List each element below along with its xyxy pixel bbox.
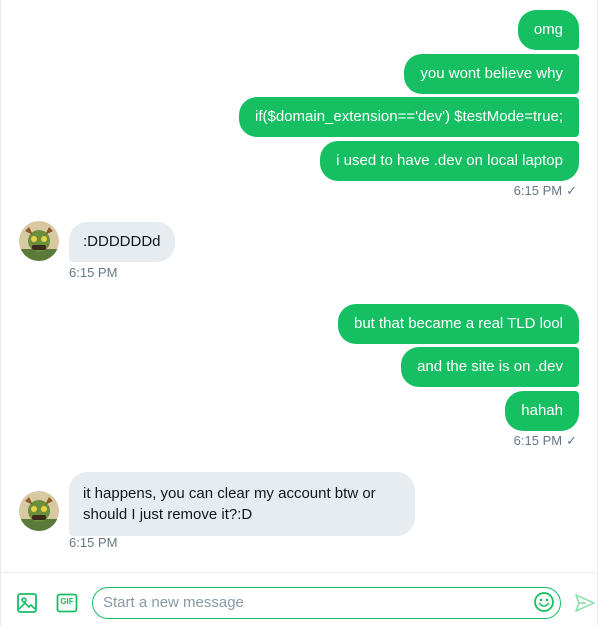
message-text: i used to have .dev on local laptop [336,152,563,169]
dm-conversation: omg you wont believe why if($domain_exte… [0,0,598,626]
avatar-image-icon [19,491,59,531]
outgoing-message-bubble[interactable]: if($domain_extension=='dev') $testMode=t… [239,97,579,137]
message-text: omg [533,21,563,38]
message-text: and the site is on .dev [417,358,563,375]
avatar[interactable] [19,221,59,261]
incoming-message-bubble[interactable]: :DDDDDDd [69,222,175,262]
incoming-message-bubble[interactable]: it happens, you can clear my account btw… [69,472,415,536]
timestamp-text: 6:15 PM [513,433,563,448]
message-input[interactable] [103,594,523,611]
outgoing-message-bubble[interactable]: omg [517,10,579,50]
gif-label: GIF [60,597,74,606]
outgoing-message-bubble[interactable]: and the site is on .dev [401,347,579,387]
avatar[interactable] [19,491,59,531]
read-check-icon: ✓ [566,433,577,448]
message-text: it happens, you can clear my account btw… [83,485,376,523]
outgoing-message-bubble[interactable]: but that became a real TLD lool [337,304,579,344]
outgoing-message-bubble[interactable]: i used to have .dev on local laptop [320,141,579,181]
message-text: hahah [521,402,563,419]
timestamp-text: 6:15 PM [513,183,563,198]
read-check-icon: ✓ [566,183,577,198]
gif-button[interactable]: GIF [56,592,78,619]
message-timestamp: 6:15 PM [69,265,117,280]
timestamp-text: 6:15 PM [69,535,118,550]
emoji-button[interactable] [533,591,555,618]
message-text: :DDDDDDd [83,233,161,250]
message-text: if($domain_extension=='dev') $testMode=t… [255,108,563,125]
message-timestamp: 6:15 PM ✓ [514,433,577,449]
avatar-image-icon [19,221,59,261]
send-icon [575,594,595,612]
outgoing-message-bubble[interactable]: hahah [505,391,579,431]
message-text: you wont believe why [420,65,563,82]
outgoing-message-bubble[interactable]: you wont believe why [404,54,579,94]
message-input-box[interactable] [92,587,561,619]
timestamp-text: 6:15 PM [69,265,118,280]
message-timestamp: 6:15 PM [69,535,117,550]
message-composer: GIF [0,572,598,626]
media-upload-button[interactable] [16,592,38,619]
message-text: but that became a real TLD lool [353,315,563,332]
message-timestamp: 6:15 PM ✓ [514,183,577,199]
send-button[interactable] [574,592,596,619]
emoji-icon [534,592,554,612]
image-icon [17,593,37,613]
